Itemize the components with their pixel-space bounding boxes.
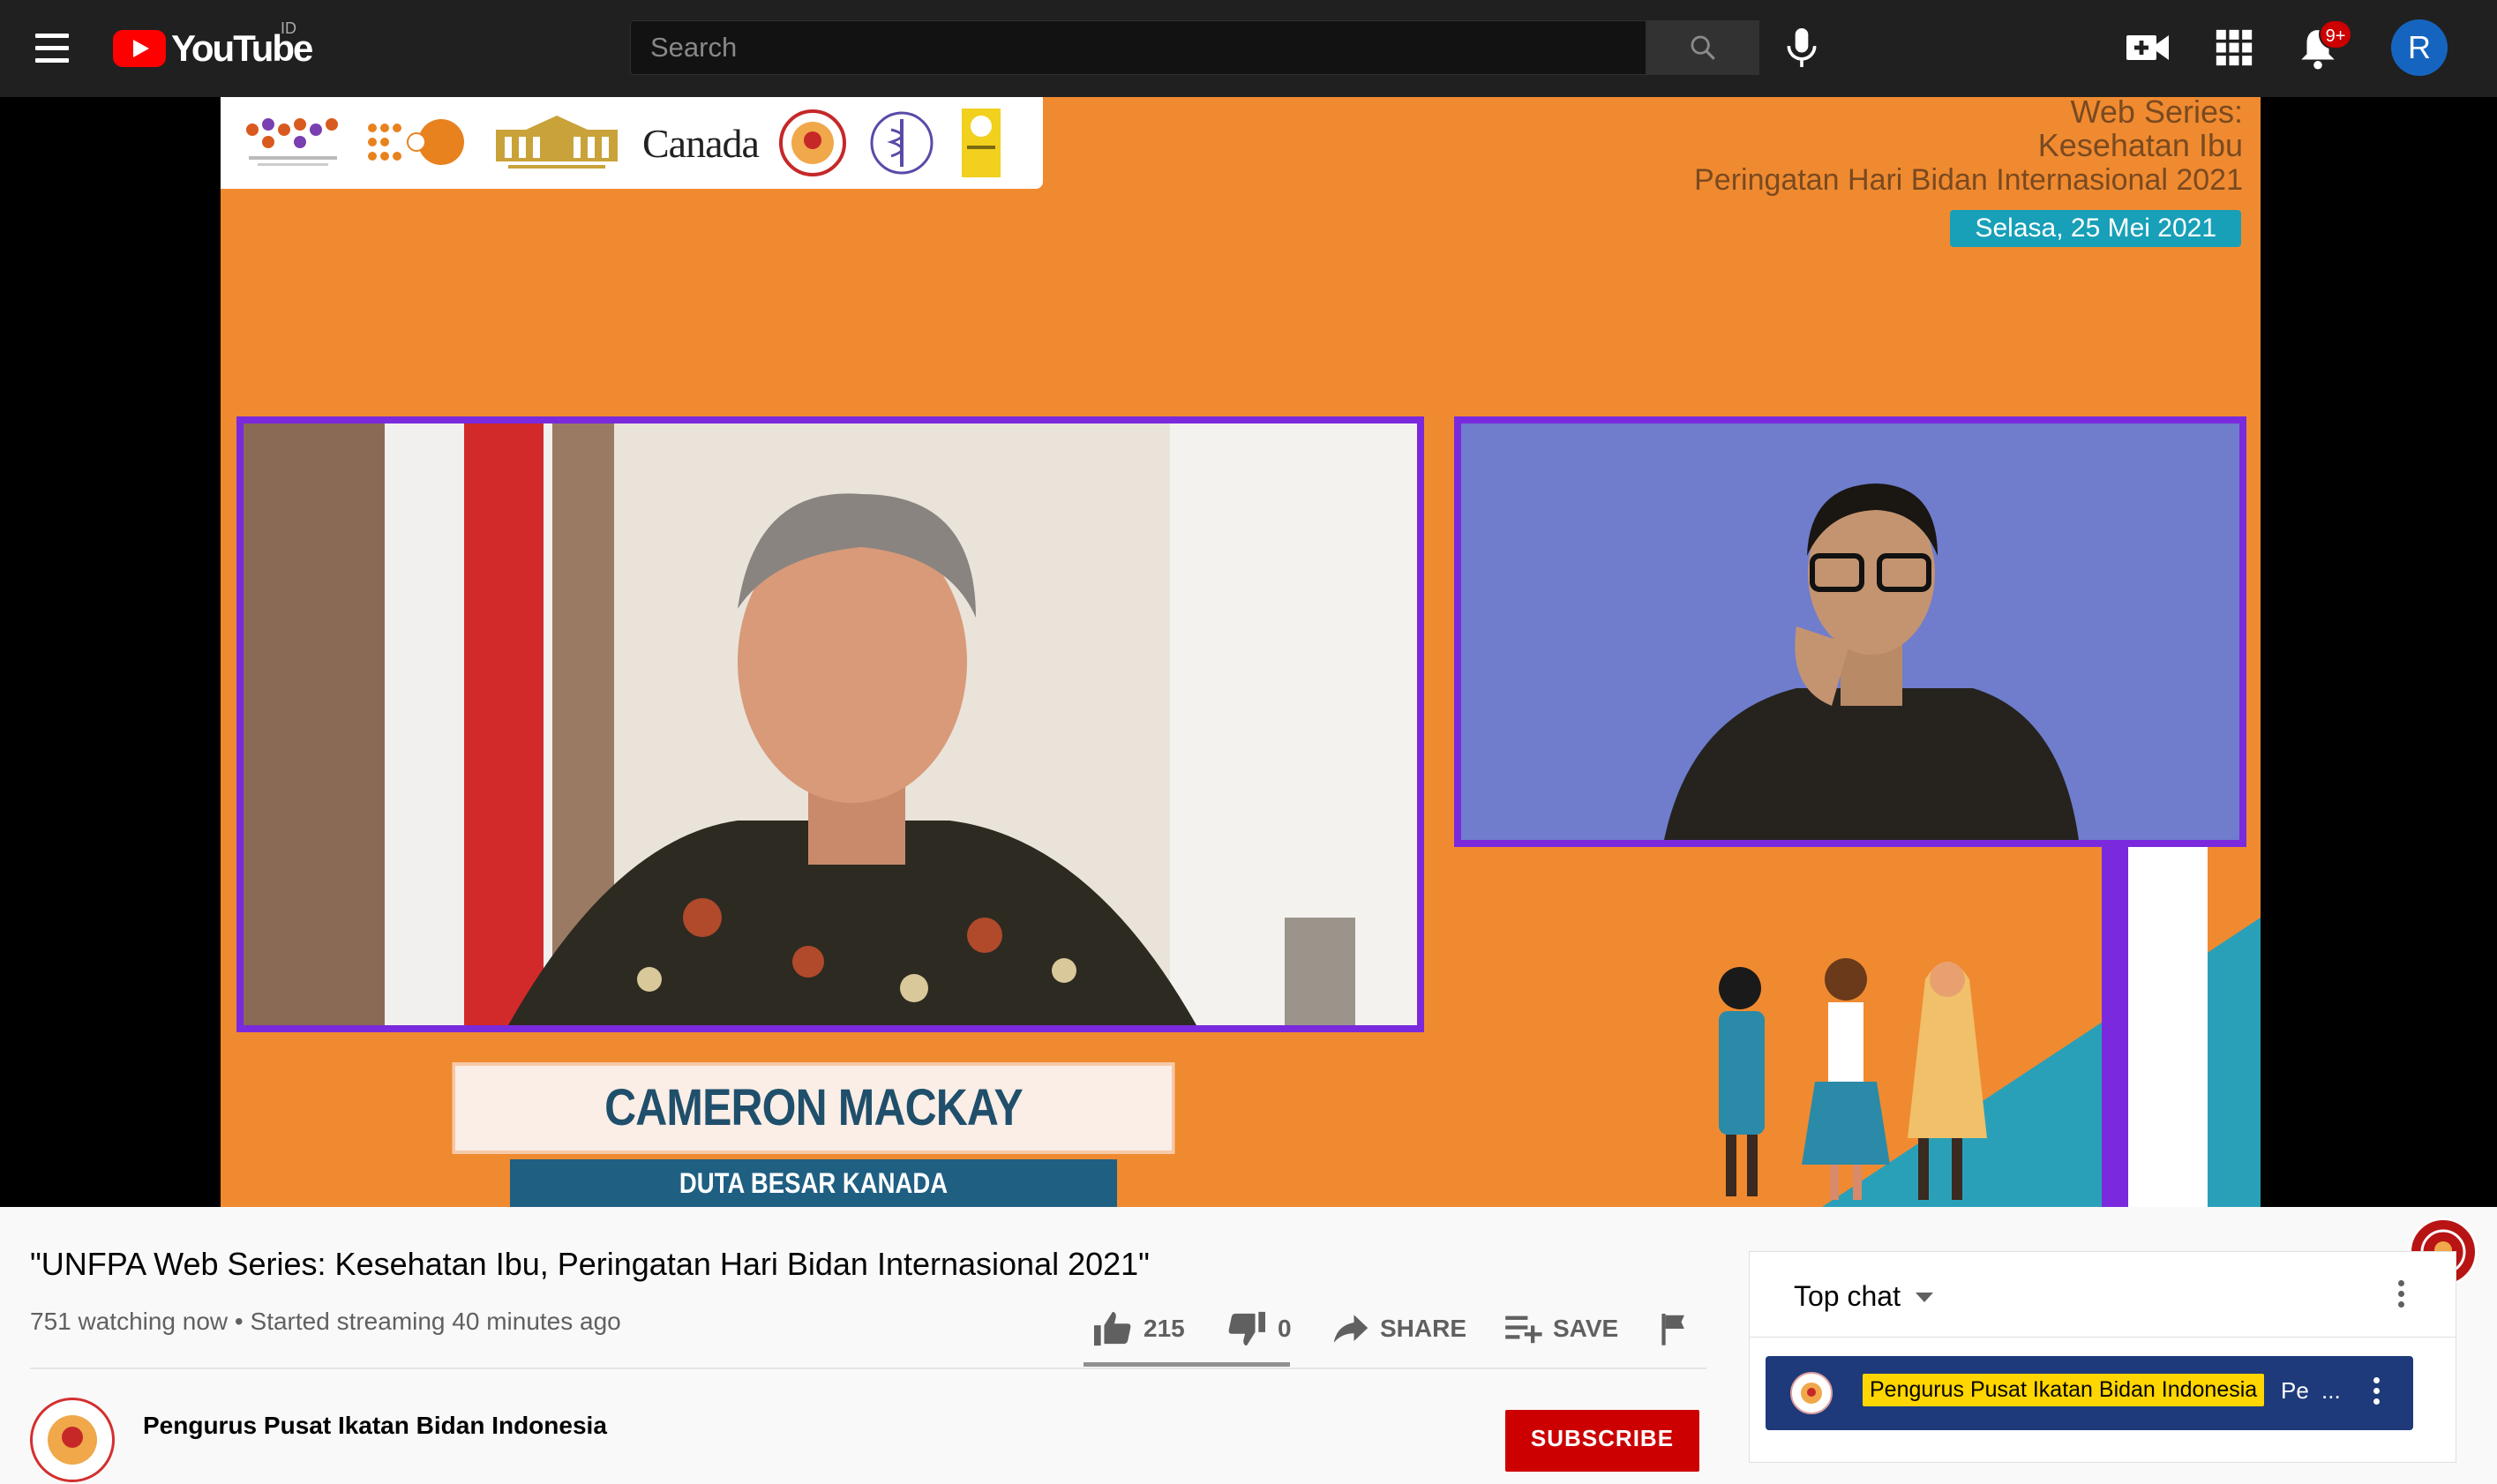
midwives-illustration <box>1719 847 2261 1207</box>
channel-avatar[interactable] <box>30 1398 115 1482</box>
sentiment-like-fill <box>1084 1362 1290 1367</box>
like-dislike-sentiment-bar <box>1084 1362 1290 1367</box>
channel-emblem-icon <box>48 1415 97 1465</box>
pinned-more-vert-icon[interactable] <box>2373 1377 2381 1409</box>
chat-header: Top chat <box>1750 1252 2456 1338</box>
medical-association-logo <box>870 111 934 175</box>
university-logo <box>961 109 1001 177</box>
thumbs-down-icon <box>1228 1311 1265 1346</box>
speaker-title-caption: DUTA BESAR KANADA <box>510 1159 1117 1207</box>
video-series-label: Web Series: <box>2070 97 2243 130</box>
share-icon <box>1333 1315 1368 1343</box>
canada-wordmark: Canada <box>642 120 760 166</box>
knowledge-hub-logo <box>246 118 338 166</box>
more-vert-icon[interactable] <box>2397 1280 2406 1310</box>
like-button[interactable]: 215 <box>1092 1309 1185 1348</box>
video-series-topic: Kesehatan Ibu <box>2037 127 2243 163</box>
share-label: SHARE <box>1380 1315 1467 1342</box>
menu-icon[interactable] <box>30 26 74 71</box>
partner-logos: Canada <box>221 97 1043 189</box>
speaker-video-frame <box>236 416 1424 1032</box>
chat-mode-selector[interactable]: Top chat <box>1794 1280 1901 1313</box>
speaker-scene <box>244 423 1417 1025</box>
youtube-play-icon <box>113 30 166 67</box>
account-avatar[interactable]: R <box>2391 19 2448 76</box>
video-date-pill: Selasa, 25 Mei 2021 <box>1950 210 2241 247</box>
pinned-author-avatar <box>1790 1372 1833 1414</box>
search-button[interactable] <box>1646 20 1759 75</box>
video-meta: 751 watching now • Started streaming 40 … <box>30 1308 621 1335</box>
share-button[interactable]: SHARE <box>1332 1309 1466 1348</box>
pinned-message-ellipsis: ... <box>2321 1377 2341 1404</box>
ibi-logo <box>778 109 846 176</box>
details-divider <box>30 1368 1706 1369</box>
subscribe-button[interactable]: SUBSCRIBE <box>1505 1410 1699 1472</box>
thumbs-up-icon <box>1094 1311 1131 1346</box>
kantor-staf-presiden-logo <box>496 116 618 169</box>
report-button[interactable] <box>1659 1309 1699 1348</box>
video-series-occasion: Peringatan Hari Bidan Internasional 2021 <box>1694 163 2243 197</box>
region-code: ID <box>281 19 296 37</box>
pinned-avatar-emblem <box>1801 1383 1822 1404</box>
unfpa-logo <box>368 119 464 165</box>
interpreter-video-frame <box>1454 416 2246 847</box>
interpreter-scene <box>1461 423 2239 840</box>
pinned-chat-message[interactable]: Pengurus Pusat Ikatan Bidan Indonesia Pe… <box>1766 1356 2413 1430</box>
save-button[interactable]: SAVE <box>1503 1309 1618 1348</box>
pinned-author-name: Pengurus Pusat Ikatan Bidan Indonesia <box>1863 1374 2265 1406</box>
save-label: SAVE <box>1553 1315 1619 1342</box>
dislike-count: 0 <box>1278 1315 1292 1342</box>
notification-count-badge: 9+ <box>2319 19 2352 49</box>
video-player[interactable]: Canada Web Series: Kesehatan Ibu Peringa… <box>0 97 2497 1286</box>
playlist-add-icon <box>1505 1315 1542 1344</box>
live-chat-panel: Top chat Pengurus Pusat Ikatan Bidan Ind… <box>1749 1251 2456 1463</box>
flag-icon <box>1661 1314 1684 1345</box>
video-title: "UNFPA Web Series: Kesehatan Ibu, Pering… <box>30 1246 1150 1282</box>
microphone-icon[interactable] <box>1782 25 1821 71</box>
channel-name[interactable]: Pengurus Pusat Ikatan Bidan Indonesia <box>143 1412 607 1440</box>
video-frame[interactable]: Canada Web Series: Kesehatan Ibu Peringa… <box>221 97 2261 1207</box>
search-input[interactable] <box>630 20 1646 75</box>
chevron-down-icon[interactable] <box>1916 1293 1933 1302</box>
speaker-name-caption: CAMERON MACKAY <box>452 1062 1175 1154</box>
dislike-button[interactable]: 0 <box>1226 1309 1292 1348</box>
apps-grid-icon[interactable] <box>2215 28 2253 67</box>
create-video-icon[interactable] <box>2125 28 2171 67</box>
search-icon <box>1691 35 1715 60</box>
like-count: 215 <box>1144 1315 1185 1342</box>
masthead: YouTube ID 9+ R <box>0 0 2497 97</box>
